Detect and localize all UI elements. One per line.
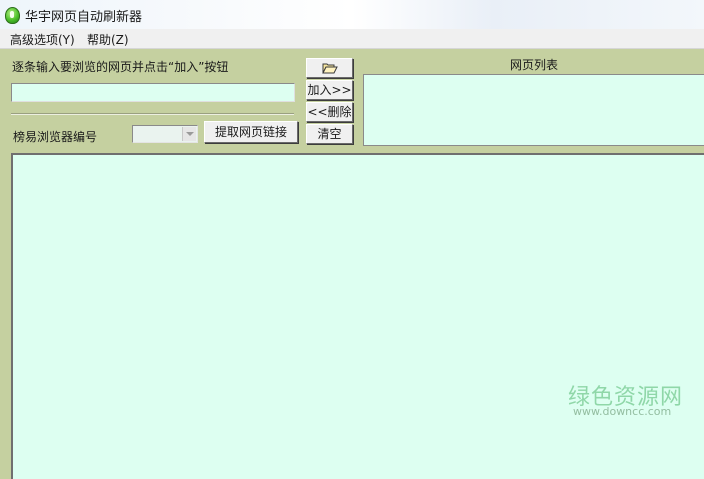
url-list[interactable] (363, 74, 704, 146)
app-window: 华宇网页自动刷新器 高级选项(Y) 帮助(Z) 逐条输入要浏览的网页并点击“加入… (0, 0, 704, 479)
open-file-button[interactable] (306, 58, 353, 78)
section-divider (11, 113, 294, 115)
remove-url-button[interactable]: <<删除 (306, 102, 353, 122)
browser-view[interactable] (11, 153, 704, 479)
watermark-url: www.downcc.com (573, 405, 672, 418)
instruction-label: 逐条输入要浏览的网页并点击“加入”按钮 (12, 60, 229, 74)
menu-bar: 高级选项(Y) 帮助(Z) (0, 29, 704, 49)
app-leaf-icon (5, 7, 20, 24)
add-url-button[interactable]: 加入>> (306, 80, 353, 100)
chevron-down-icon[interactable] (182, 127, 196, 141)
clear-list-button[interactable]: 清空 (306, 124, 353, 144)
extract-links-button[interactable]: 提取网页链接 (204, 121, 298, 143)
browser-number-label: 榜易浏览器编号 (13, 130, 98, 144)
window-title: 华宇网页自动刷新器 (25, 10, 143, 25)
url-input[interactable] (11, 83, 295, 102)
url-list-title: 网页列表 (509, 58, 558, 72)
menu-advanced-options[interactable]: 高级选项(Y) (10, 31, 75, 48)
browser-number-select[interactable] (132, 125, 198, 143)
title-bar: 华宇网页自动刷新器 (0, 0, 704, 30)
menu-help[interactable]: 帮助(Z) (87, 31, 129, 48)
folder-open-icon (322, 63, 338, 74)
